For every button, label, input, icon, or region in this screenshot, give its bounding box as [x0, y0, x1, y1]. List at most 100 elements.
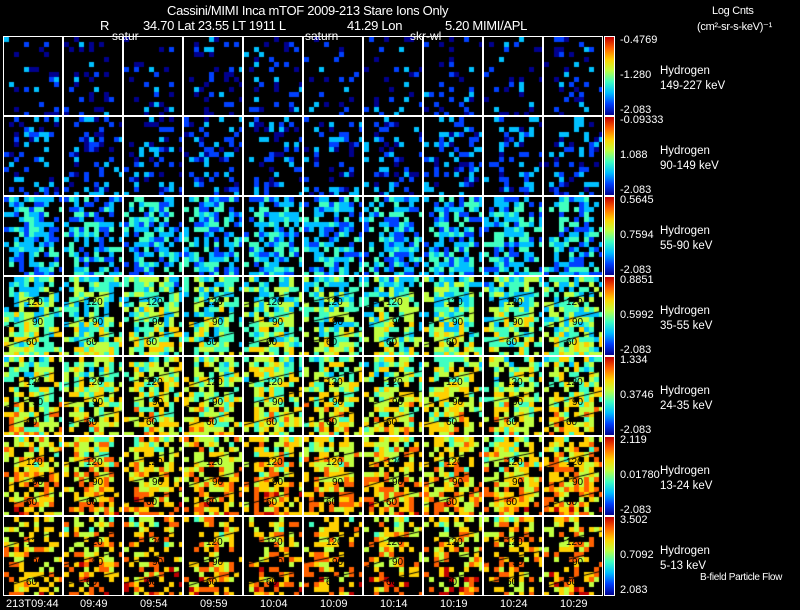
heatmap-panel	[63, 196, 123, 276]
heatmap-cells	[304, 117, 362, 195]
contour-label: 60	[86, 417, 98, 428]
r-label: R	[100, 18, 110, 33]
energy-range: 13-24 keV	[660, 480, 713, 492]
heatmap-cells	[124, 37, 182, 115]
colorbar	[604, 196, 615, 276]
contour-label: 60	[146, 577, 158, 588]
l-value: 41.29 Lon	[347, 18, 403, 33]
units-line1: Log Cnts	[712, 5, 754, 17]
contour-label: 90	[32, 317, 44, 328]
species-label: Hydrogen 13-24 keV	[660, 464, 712, 494]
heatmap-panel	[3, 116, 63, 196]
heatmap-panel: 60 90 120	[3, 356, 63, 436]
colorbar-max-label: 0.5645	[620, 194, 654, 206]
heatmap-panel: 60 90 120	[363, 276, 423, 356]
heatmap-panel	[543, 116, 603, 196]
colorbar-mid-label: 0.7092	[620, 549, 654, 561]
heatmap-cells	[424, 197, 482, 275]
contour-label: 60	[506, 497, 518, 508]
contour-label: 120	[206, 537, 223, 548]
heatmap-panel: 60 90 120	[183, 276, 243, 356]
contour-label: 90	[512, 397, 524, 408]
heatmap-cells	[484, 37, 542, 115]
energy-range: 35-55 keV	[660, 320, 713, 332]
contour-label: 90	[212, 397, 224, 408]
contour-label: 90	[572, 397, 584, 408]
annotation-satur: satur	[112, 29, 139, 43]
contour-label: 120	[326, 297, 343, 308]
colorbar-max-label: 2.119	[620, 434, 647, 446]
species-name: Hydrogen	[660, 385, 710, 397]
heatmap-panel: 60 90 120	[363, 516, 423, 596]
heatmap-panel: 60 90 120	[423, 276, 483, 356]
contour-label: 90	[452, 557, 464, 568]
heatmap-panel: 60 90 120	[543, 276, 603, 356]
contour-label: 90	[272, 557, 284, 568]
species-name: Hydrogen	[660, 305, 710, 317]
heatmap-panel	[123, 116, 183, 196]
x-tick-label: 10:29	[560, 598, 588, 610]
heatmap-panel: 60 90 120	[543, 436, 603, 516]
contour-label: 90	[512, 477, 524, 488]
contour-label: 60	[566, 577, 578, 588]
colorbar	[604, 516, 615, 596]
species-label: Hydrogen 24-35 keV	[660, 384, 712, 414]
species-name: Hydrogen	[660, 225, 710, 237]
heatmap-panel: 60 90 120	[243, 276, 303, 356]
colorbar-mid-label: 0.3746	[620, 389, 654, 401]
contour-label: 90	[332, 477, 344, 488]
energy-range: 55-90 keV	[660, 240, 713, 252]
contour-label: 90	[212, 317, 224, 328]
heatmap-panel: 60 90 120	[483, 436, 543, 516]
contour-label: 120	[266, 537, 283, 548]
contour-label: 60	[86, 577, 98, 588]
contour-label: 90	[332, 317, 344, 328]
contour-label: 60	[506, 577, 518, 588]
contour-label: 60	[146, 417, 158, 428]
heatmap-cells	[484, 117, 542, 195]
heatmap-cells	[304, 197, 362, 275]
heatmap-cells	[364, 117, 422, 195]
contour-label: 60	[326, 577, 338, 588]
contour-label: 90	[332, 397, 344, 408]
contour-label: 90	[452, 317, 464, 328]
contour-label: 90	[572, 477, 584, 488]
heatmap-panel	[3, 36, 63, 116]
heatmap-cells	[424, 37, 482, 115]
heatmap-cells	[544, 37, 602, 115]
heatmap-panel	[363, 116, 423, 196]
contour-label: 120	[26, 377, 43, 388]
species-name: Hydrogen	[660, 65, 710, 77]
species-name: Hydrogen	[660, 145, 710, 157]
contour-label: 120	[206, 377, 223, 388]
heatmap-cells	[64, 197, 122, 275]
colorbar-min-label: 2.083	[620, 584, 648, 596]
heatmap-panel	[483, 116, 543, 196]
contour-label: 90	[452, 397, 464, 408]
species-name: Hydrogen	[660, 465, 710, 477]
contour-label: 60	[206, 497, 218, 508]
colorbar-max-label: -0.09333	[620, 114, 664, 126]
contour-label: 60	[146, 337, 158, 348]
heatmap-panel	[183, 116, 243, 196]
contour-label: 60	[506, 337, 518, 348]
contour-label: 60	[446, 497, 458, 508]
heatmap-panel	[243, 196, 303, 276]
contour-label: 90	[332, 557, 344, 568]
heatmap-cells	[64, 117, 122, 195]
heatmap-panel	[123, 36, 183, 116]
contour-label: 120	[446, 457, 463, 468]
contour-label: 60	[26, 497, 38, 508]
heatmap-panel	[3, 196, 63, 276]
contour-label: 60	[386, 577, 398, 588]
heatmap-panel	[423, 116, 483, 196]
contour-label: 60	[566, 337, 578, 348]
contour-label: 60	[266, 497, 278, 508]
contour-label: 120	[446, 297, 463, 308]
heatmap-cells	[64, 37, 122, 115]
heatmap-panel: 60 90 120	[63, 356, 123, 436]
energy-range: 90-149 keV	[660, 160, 719, 172]
heatmap-panel: 60 90 120	[3, 436, 63, 516]
heatmap-cells	[544, 117, 602, 195]
species-label: Hydrogen 149-227 keV	[660, 64, 725, 94]
